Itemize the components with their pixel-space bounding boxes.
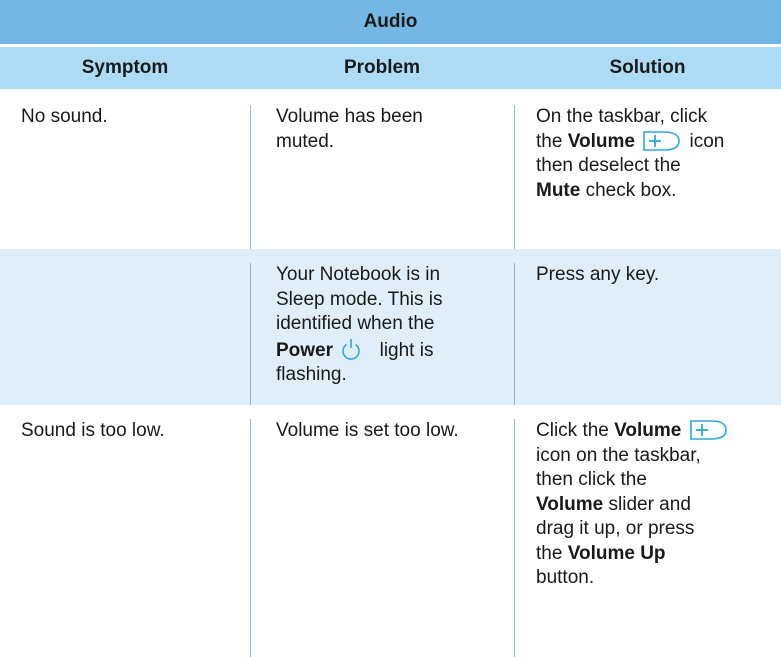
- solution-text: slider and: [608, 493, 691, 515]
- solution-text: Click the: [536, 420, 609, 441]
- symptom-cell: [0, 263, 250, 405]
- problem-line: Sleep mode. This is: [276, 288, 443, 310]
- problem-cell: Volume is set too low.: [250, 419, 514, 657]
- header-solution: Solution: [609, 57, 686, 78]
- symptom-cell: Sound is too low.: [0, 419, 250, 657]
- problem-line: identified when the: [276, 313, 435, 334]
- problem-bold-text: Power: [276, 339, 334, 361]
- symptom-text: No sound.: [21, 106, 108, 127]
- problem-line: flashing.: [276, 364, 347, 385]
- symptom-text: Sound is too low.: [21, 420, 165, 441]
- solution-line: then deselect the: [536, 155, 681, 176]
- table-row: No sound. Volume has been muted. On the …: [0, 91, 781, 249]
- solution-bold-text: Volume: [567, 130, 635, 152]
- solution-text: icon: [689, 130, 725, 152]
- volume-icon: [643, 130, 681, 151]
- solution-cell: Press any key.: [514, 263, 781, 405]
- solution-line: then click the: [536, 469, 647, 490]
- table-title: Audio: [0, 0, 781, 44]
- solution-cell: On the taskbar, click the Volume icon th…: [514, 105, 781, 249]
- table-header-row: Symptom Problem Solution: [0, 44, 781, 91]
- volume-icon: [689, 420, 727, 440]
- problem-line: Volume is set too low.: [276, 420, 459, 441]
- table-row: Sound is too low. Volume is set too low.…: [0, 405, 781, 657]
- solution-text: check box.: [585, 179, 677, 201]
- problem-text: light is: [379, 339, 434, 361]
- table-title-text: Audio: [363, 11, 418, 32]
- problem-line: Your Notebook is in: [276, 264, 441, 285]
- solution-line: the Volume icon: [536, 130, 781, 155]
- problem-cell: Your Notebook is in Sleep mode. This is …: [250, 263, 514, 405]
- solution-line: drag it up, or press: [536, 518, 695, 539]
- solution-line: icon on the taskbar,: [536, 444, 701, 466]
- solution-line: button.: [536, 567, 595, 588]
- header-problem: Problem: [343, 57, 421, 78]
- solution-bold-text: Volume: [536, 493, 604, 515]
- audio-troubleshooting-table: Audio Symptom Problem Solution No sound.…: [0, 0, 781, 657]
- solution-bold-text: Volume Up: [567, 542, 666, 564]
- solution-bold-text: Mute: [536, 179, 581, 201]
- problem-line: Volume has been: [276, 106, 423, 127]
- header-symptom: Symptom: [81, 57, 169, 78]
- solution-line: Click the Volume: [536, 419, 781, 444]
- solution-text: the: [536, 542, 563, 564]
- problem-cell: Volume has been muted.: [250, 105, 514, 249]
- problem-line: Power light is: [276, 337, 514, 364]
- table-row: Your Notebook is in Sleep mode. This is …: [0, 249, 781, 405]
- solution-line: Press any key.: [536, 264, 660, 285]
- solution-cell: Click the Volume icon on the taskbar, th…: [514, 419, 781, 657]
- solution-line: Mute check box.: [536, 179, 781, 204]
- power-icon: [342, 338, 361, 360]
- solution-line: On the taskbar, click: [536, 106, 708, 127]
- solution-line: Volume slider and: [536, 493, 781, 518]
- solution-bold-text: Volume: [614, 420, 682, 441]
- symptom-cell: No sound.: [0, 105, 250, 249]
- solution-line: the Volume Up: [536, 542, 781, 567]
- solution-text: the: [536, 130, 563, 152]
- problem-line: muted.: [276, 130, 335, 152]
